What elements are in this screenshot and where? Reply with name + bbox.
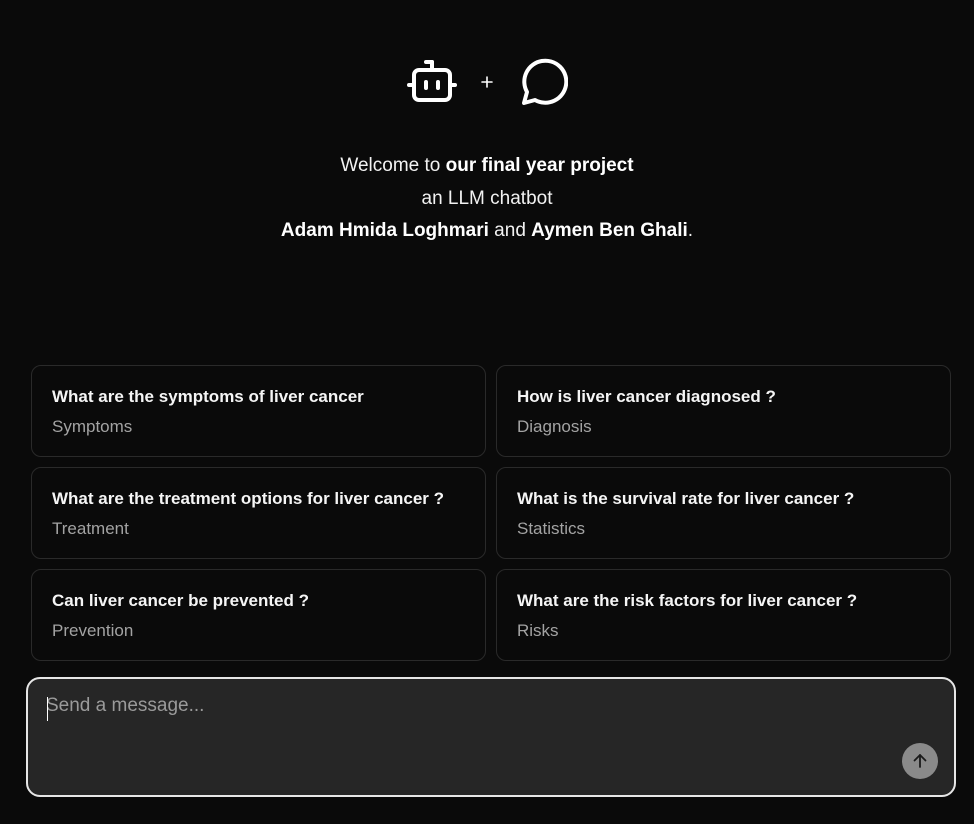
suggestion-question: What are the risk factors for liver canc… — [517, 591, 858, 610]
project-title: our final year project — [445, 155, 634, 176]
welcome-prefix: Welcome to — [340, 155, 446, 176]
suggestion-card-treatment[interactable]: What are the treatment options for liver… — [31, 467, 486, 559]
authors-and: and — [488, 220, 532, 241]
suggestion-card-diagnosis[interactable]: How is liver cancer diagnosed ? Diagnosi… — [496, 365, 951, 457]
suggestion-question: Can liver cancer be prevented ? — [52, 591, 309, 610]
suggestion-question: What are the symptoms of liver cancer — [52, 387, 364, 406]
author-1: Adam Hmida Loghmari — [280, 220, 489, 241]
suggestion-category: Treatment — [52, 519, 129, 538]
welcome-line-1: Welcome to our final year project — [0, 150, 974, 183]
suggestion-category: Risks — [517, 621, 559, 640]
suggestion-category: Diagnosis — [517, 417, 592, 436]
message-circle-icon — [522, 58, 568, 105]
chat-page: Welcome to our final year project an LLM… — [0, 0, 974, 824]
send-button[interactable] — [902, 743, 938, 779]
suggestion-grid: What are the symptoms of liver cancer Sy… — [31, 365, 951, 661]
welcome-line-3: Adam Hmida Loghmari and Aymen Ben Ghali. — [0, 215, 974, 248]
arrow-up-icon — [913, 754, 927, 768]
welcome-period: . — [687, 220, 694, 241]
bot-icon — [407, 60, 457, 102]
suggestion-card-prevention[interactable]: Can liver cancer be prevented ? Preventi… — [31, 569, 486, 661]
suggestion-card-risks[interactable]: What are the risk factors for liver canc… — [496, 569, 951, 661]
suggestion-question: What are the treatment options for liver… — [52, 489, 445, 508]
logo-row — [0, 56, 974, 108]
suggestion-card-symptoms[interactable]: What are the symptoms of liver cancer Sy… — [31, 365, 486, 457]
author-2: Aymen Ben Ghali — [531, 220, 688, 241]
message-input[interactable] — [46, 695, 886, 735]
suggestion-category: Symptoms — [52, 417, 133, 436]
welcome-message: Welcome to our final year project an LLM… — [0, 150, 974, 248]
suggestion-question: How is liver cancer diagnosed ? — [517, 387, 776, 406]
suggestion-category: Prevention — [52, 621, 134, 640]
suggestion-category: Statistics — [517, 519, 586, 538]
plus-icon — [481, 76, 493, 88]
text-caret — [47, 697, 48, 721]
message-composer — [26, 677, 956, 797]
welcome-line-2: an LLM chatbot — [421, 187, 553, 209]
suggestion-card-statistics[interactable]: What is the survival rate for liver canc… — [496, 467, 951, 559]
suggestion-question: What is the survival rate for liver canc… — [517, 489, 855, 508]
